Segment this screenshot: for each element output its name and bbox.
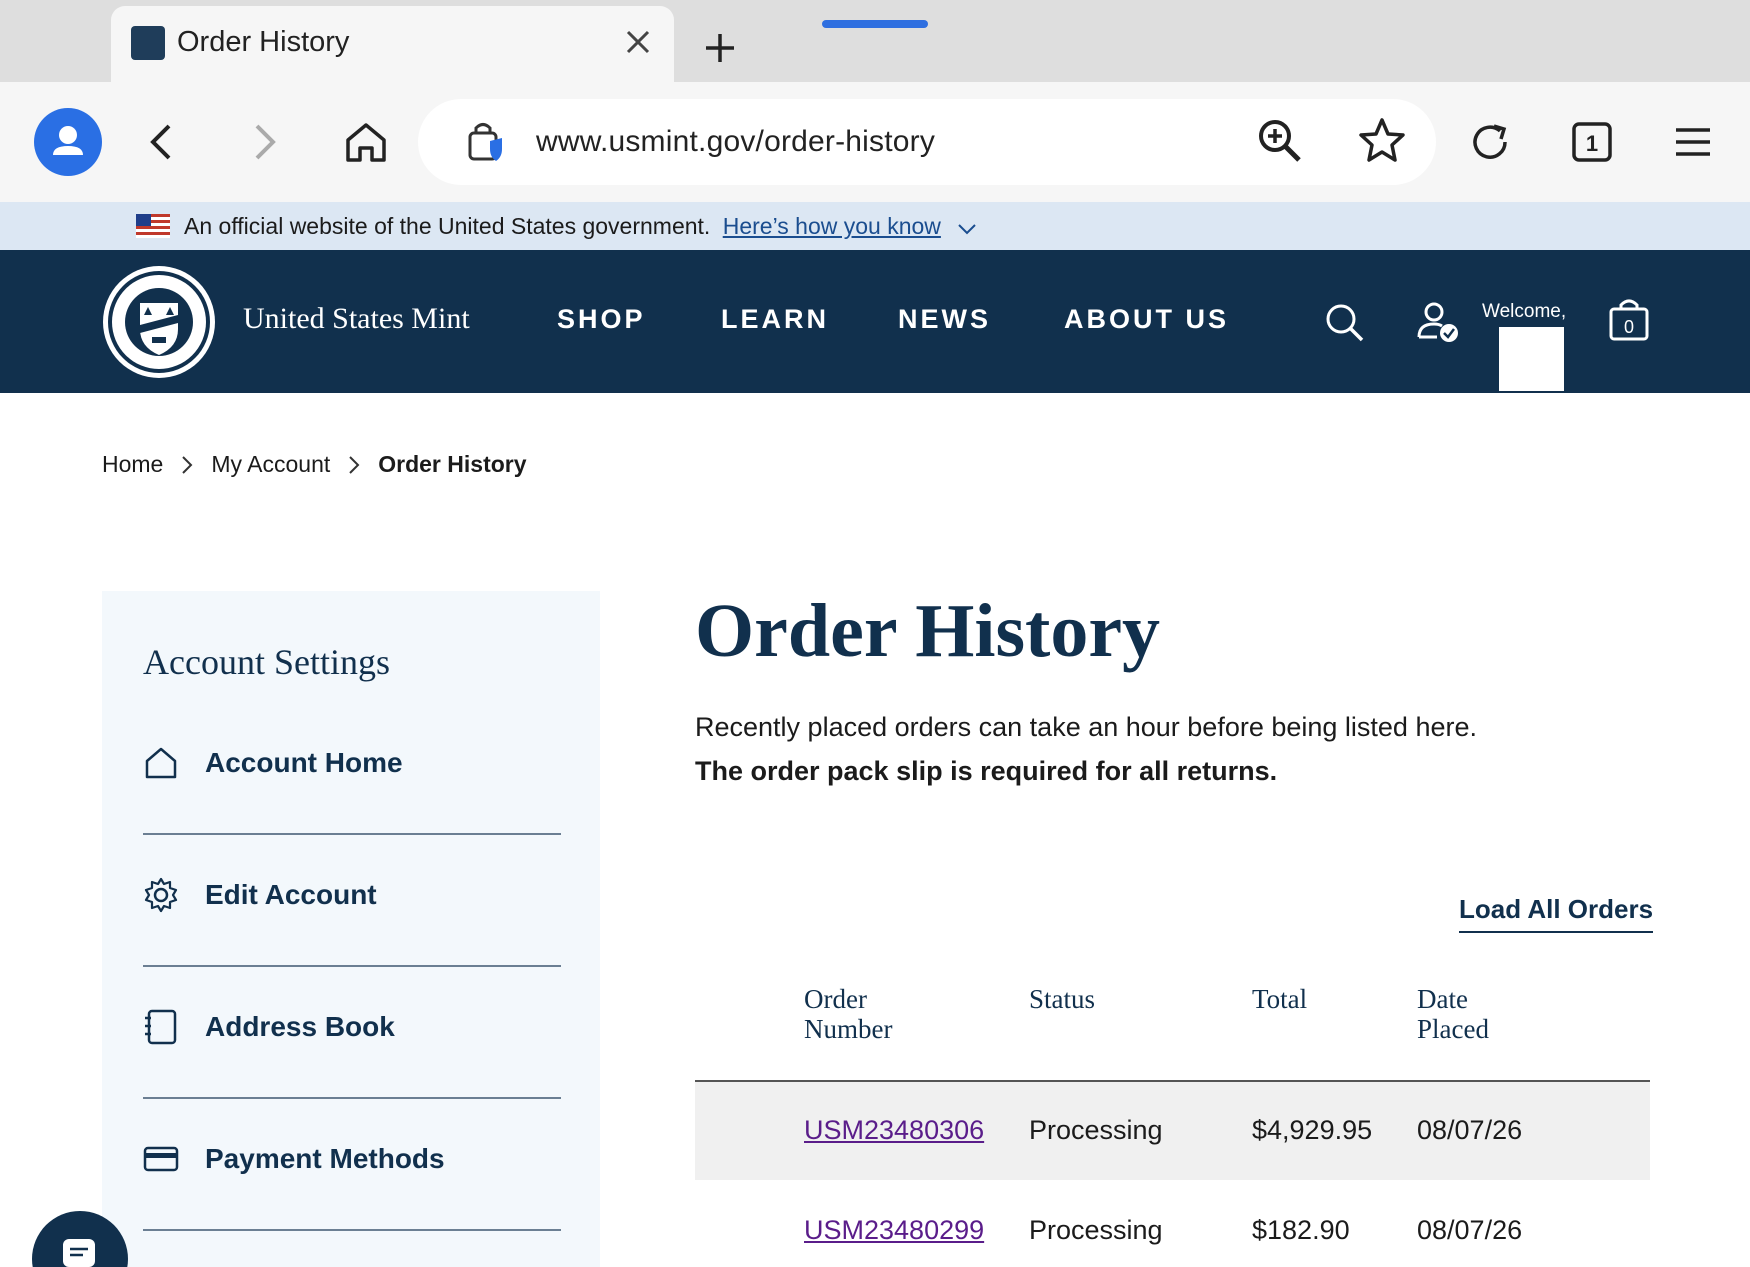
load-all-orders-button[interactable]: Load All Orders [1459, 894, 1654, 933]
menu-icon[interactable] [1661, 110, 1725, 174]
tab-count-icon[interactable]: 1 [1560, 110, 1624, 174]
chevron-down-icon[interactable] [957, 214, 977, 241]
order-number-link[interactable]: USM23480299 [804, 1215, 984, 1246]
tab-count: 1 [1586, 131, 1598, 156]
pack-slip-note: The order pack slip is required for all … [695, 756, 1278, 786]
order-status: Processing [1029, 1215, 1163, 1245]
tab-title: Order History [177, 26, 350, 58]
home-icon [145, 747, 177, 779]
order-total: $4,929.95 [1252, 1115, 1373, 1145]
breadcrumb-my-account[interactable]: My Account [211, 451, 330, 478]
gear-icon [144, 877, 178, 913]
forward-icon[interactable] [232, 110, 296, 174]
credit-card-icon [143, 1146, 179, 1172]
reload-icon[interactable] [1458, 110, 1522, 174]
account-sidebar: Account Settings Account Home Edit Accou… [102, 591, 600, 1267]
breadcrumb-current: Order History [378, 451, 527, 477]
sidebar-item-label: Address Book [205, 1011, 395, 1042]
welcome-text: Welcome, [1482, 301, 1567, 322]
order-total: $182.90 [1252, 1215, 1350, 1245]
account-verified-icon[interactable] [1413, 297, 1463, 347]
sidebar-item-payment-methods[interactable]: Payment Methods [143, 1099, 561, 1231]
site-security-icon[interactable] [462, 117, 512, 167]
column-header-order-number[interactable]: Order Number [804, 984, 892, 1044]
user-name-box[interactable] [1499, 327, 1564, 391]
back-icon[interactable] [130, 110, 194, 174]
order-date: 08/07/26 [1417, 1115, 1523, 1145]
search-icon[interactable] [1319, 297, 1369, 347]
profile-avatar-icon[interactable] [34, 108, 102, 176]
breadcrumb-home[interactable]: Home [102, 451, 163, 478]
orders-table-header: Order Number Status Total Date Placed [695, 984, 1650, 1082]
chevron-right-icon [348, 455, 360, 475]
home-icon[interactable] [334, 110, 398, 174]
order-number-link[interactable]: USM23480306 [804, 1115, 984, 1146]
official-website-banner: An official website of the United States… [0, 202, 1750, 250]
nav-about-us[interactable]: ABOUT US [1064, 304, 1229, 335]
site-header: United States Mint SHOP LEARN NEWS ABOUT… [0, 250, 1750, 393]
orders-delay-note: Recently placed orders can take an hour … [695, 712, 1477, 742]
shopping-bag-icon[interactable]: 0 [1604, 294, 1654, 344]
sidebar-item-edit-account[interactable]: Edit Account [143, 835, 561, 967]
sidebar-item-label: Edit Account [205, 879, 377, 910]
table-row: USM23480306 Processing $4,929.95 08/07/2… [695, 1082, 1650, 1180]
bookmark-star-icon[interactable] [1356, 115, 1408, 167]
table-row: USM23480299 Processing $182.90 08/07/26 [695, 1182, 1650, 1267]
site-brand-name[interactable]: United States Mint [243, 302, 470, 336]
zoom-icon[interactable] [1254, 115, 1306, 167]
new-tab-icon[interactable] [694, 22, 746, 74]
column-header-total[interactable]: Total [1252, 984, 1307, 1014]
column-header-date-placed[interactable]: Date Placed [1417, 984, 1489, 1044]
treasury-seal-logo[interactable] [100, 263, 218, 381]
official-website-text: An official website of the United States… [184, 213, 711, 239]
nav-learn[interactable]: LEARN [721, 304, 829, 335]
how-you-know-link[interactable]: Here’s how you know [723, 213, 941, 239]
sidebar-item-address-book[interactable]: Address Book [143, 967, 561, 1099]
order-date: 08/07/26 [1417, 1215, 1523, 1245]
browser-tab[interactable]: Order History [111, 6, 674, 82]
order-status: Processing [1029, 1115, 1163, 1145]
sidebar-item-label: Account Home [205, 747, 403, 778]
nav-shop[interactable]: SHOP [557, 304, 646, 335]
sidebar-item-account-home[interactable]: Account Home [143, 703, 561, 835]
cart-count: 0 [1624, 317, 1634, 337]
sidebar-item-label: Payment Methods [205, 1143, 445, 1174]
page-title: Order History [695, 589, 1161, 673]
browser-toolbar: www.usmint.gov/order-history 1 [0, 82, 1750, 202]
url-text: www.usmint.gov/order-history [536, 125, 936, 158]
chevron-right-icon [181, 455, 193, 475]
chat-icon [63, 1239, 95, 1267]
browser-tab-strip: Order History [0, 0, 1750, 82]
address-bar[interactable]: www.usmint.gov/order-history [418, 99, 1436, 185]
nav-news[interactable]: NEWS [898, 304, 991, 335]
tab-drag-indicator [822, 20, 928, 28]
breadcrumb: Home My Account Order History [102, 451, 527, 478]
column-header-status[interactable]: Status [1029, 984, 1095, 1014]
mint-favicon-icon [131, 26, 165, 60]
close-tab-icon[interactable] [616, 20, 660, 64]
us-flag-icon [136, 214, 170, 238]
sidebar-title: Account Settings [143, 642, 390, 682]
address-book-icon [145, 1009, 177, 1045]
